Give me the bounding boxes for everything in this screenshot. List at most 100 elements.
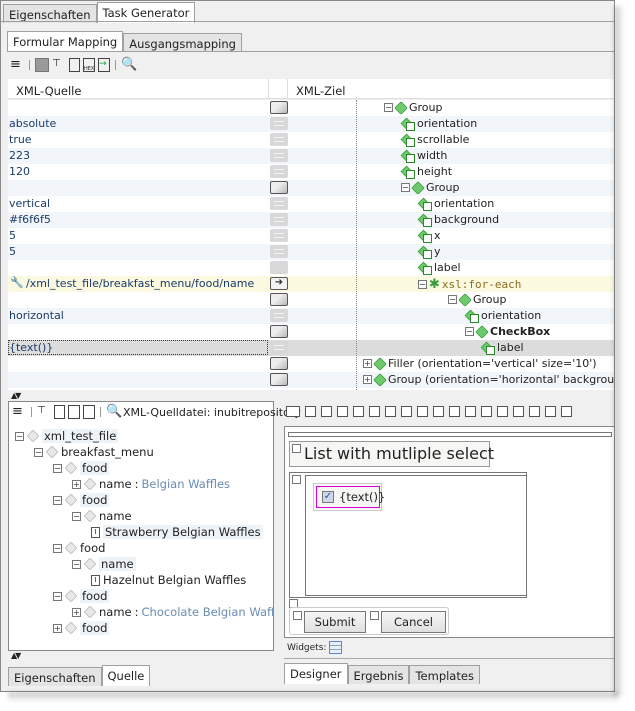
- list-title-label[interactable]: List with mutliple select: [289, 441, 494, 467]
- target-node[interactable]: height: [401, 165, 452, 179]
- tab-quelle[interactable]: Quelle: [101, 665, 151, 686]
- tree-widget-icon[interactable]: [449, 406, 460, 417]
- import-document-icon[interactable]: [83, 405, 95, 419]
- source-value[interactable]: absolute: [9, 117, 56, 130]
- hex-document-icon[interactable]: [68, 405, 80, 419]
- mapping-button[interactable]: [270, 293, 288, 306]
- cancel-button[interactable]: Cancel: [381, 611, 446, 633]
- source-value[interactable]: horizontal: [9, 309, 64, 322]
- mapping-button[interactable]: [270, 133, 288, 146]
- target-node[interactable]: − Group: [401, 180, 460, 195]
- source-tree-node[interactable]: − food: [53, 541, 105, 555]
- target-node[interactable]: orientation: [465, 309, 541, 323]
- document-icon[interactable]: [54, 405, 65, 419]
- splitter-arrows[interactable]: ▲▼: [11, 651, 21, 660]
- expand-icon[interactable]: +: [72, 479, 81, 489]
- target-node[interactable]: − Group: [448, 292, 507, 307]
- target-node[interactable]: background: [418, 213, 499, 227]
- select-handle[interactable]: [292, 475, 301, 484]
- mapping-row[interactable]: 5x: [8, 228, 614, 244]
- mapping-row[interactable]: 120 height: [8, 164, 614, 180]
- collapse-icon[interactable]: −: [465, 327, 474, 336]
- grid-dotted-widget-icon[interactable]: [465, 406, 476, 417]
- expand-icon[interactable]: +: [72, 607, 81, 617]
- column-header-source[interactable]: XML-Quelle: [8, 79, 268, 99]
- import-document-icon[interactable]: →: [98, 58, 110, 72]
- mapping-row[interactable]: − Group: [8, 292, 614, 308]
- radio-widget-icon[interactable]: [321, 406, 332, 417]
- column-header-target[interactable]: XML-Ziel: [288, 79, 614, 99]
- search-icon[interactable]: 🔍: [106, 405, 122, 419]
- mapping-button[interactable]: [270, 373, 288, 386]
- target-node[interactable]: scrollable: [401, 133, 469, 147]
- expand-icon[interactable]: +: [363, 359, 372, 368]
- source-value[interactable]: /xml_test_file/breakfast_menu/food/name: [26, 277, 254, 290]
- source-tree-node[interactable]: + name: Belgian Waffles: [72, 477, 230, 491]
- source-tree-node[interactable]: − breakfast_menu: [34, 445, 154, 459]
- mapping-row[interactable]: + Filler (orientation='vertical' size='10…: [8, 356, 614, 372]
- list-widget-icon[interactable]: [433, 406, 444, 417]
- select-handle[interactable]: [292, 444, 301, 453]
- mapping-button[interactable]: [270, 181, 288, 194]
- source-tree-node[interactable]: I Hazelnut Belgian Waffles: [91, 573, 246, 587]
- columns-widget-icon[interactable]: [497, 406, 508, 417]
- source-value[interactable]: 120: [9, 165, 30, 178]
- mapping-row[interactable]: + Group (orientation='horizontal' backgro…: [8, 372, 614, 388]
- menu-icon[interactable]: ≡: [12, 405, 26, 419]
- mapping-row[interactable]: #f6f6f5 background: [8, 212, 614, 228]
- tab-templates[interactable]: Templates: [409, 665, 480, 684]
- rows-widget-icon[interactable]: [513, 406, 524, 417]
- mapping-row[interactable]: 223 width: [8, 148, 614, 164]
- tree-icon[interactable]: ⊤: [37, 405, 51, 419]
- collapse-icon[interactable]: −: [15, 431, 24, 441]
- tree-icon[interactable]: ⊤: [52, 58, 66, 72]
- source-tree-node[interactable]: − name: [72, 557, 136, 571]
- target-node[interactable]: − ✱ xsl:for-each: [418, 277, 521, 292]
- collapse-icon[interactable]: −: [53, 543, 62, 553]
- grid-icon[interactable]: [35, 58, 49, 72]
- mapping-row[interactable]: 5y: [8, 244, 614, 260]
- mapping-row[interactable]: − Group: [8, 180, 614, 196]
- password-widget-icon[interactable]: [369, 406, 380, 417]
- source-value[interactable]: #f6f6f5: [9, 213, 51, 226]
- collapse-icon[interactable]: −: [72, 511, 81, 521]
- collapse-icon[interactable]: −: [448, 295, 457, 304]
- target-node[interactable]: label: [418, 261, 461, 275]
- source-tree-node[interactable]: − food: [53, 493, 110, 507]
- tab-task-generator[interactable]: Task Generator: [96, 2, 196, 23]
- mapping-button[interactable]: [270, 117, 288, 130]
- textfield-widget-icon[interactable]: [353, 406, 364, 417]
- collapse-icon[interactable]: −: [384, 103, 393, 112]
- collapse-icon[interactable]: −: [72, 559, 81, 569]
- expand-icon[interactable]: +: [363, 375, 372, 384]
- document-widget-icon[interactable]: [417, 406, 428, 417]
- mapping-button[interactable]: [270, 149, 288, 162]
- collapse-icon[interactable]: −: [401, 183, 410, 192]
- mapping-button[interactable]: [270, 165, 288, 178]
- source-tree-node[interactable]: I Strawberry Belgian Waffles: [91, 525, 263, 539]
- resize-diagonal-icon[interactable]: [529, 406, 540, 417]
- target-node[interactable]: x: [418, 229, 441, 243]
- tab-eigenschaften-bottom[interactable]: Eigenschaften: [8, 667, 102, 686]
- file-widget-icon[interactable]: [385, 406, 396, 417]
- collapse-icon[interactable]: −: [53, 495, 62, 505]
- source-tree-node[interactable]: − name: [72, 509, 132, 523]
- mapping-button[interactable]: [270, 101, 288, 114]
- more-widget-icon[interactable]: [561, 406, 572, 417]
- target-node[interactable]: label: [481, 341, 524, 355]
- source-value[interactable]: 5: [9, 229, 16, 242]
- menu-icon[interactable]: ≡: [10, 58, 24, 72]
- target-node[interactable]: + Group (orientation='horizontal' backgro…: [363, 372, 614, 387]
- tab-formular-mapping[interactable]: Formular Mapping: [7, 31, 124, 52]
- mapping-row[interactable]: − Group: [8, 100, 614, 116]
- select-handle[interactable]: [293, 611, 302, 620]
- collapse-icon[interactable]: −: [53, 463, 62, 473]
- mapping-row[interactable]: 🔧/xml_test_file/breakfast_menu/food/name…: [8, 276, 614, 292]
- tab-ausgangsmapping[interactable]: Ausgangsmapping: [123, 33, 242, 52]
- resize-horizontal-icon[interactable]: [545, 406, 556, 417]
- source-value[interactable]: vertical: [9, 197, 50, 210]
- source-tree-node[interactable]: + food: [53, 621, 110, 635]
- mapping-button[interactable]: ➜: [270, 277, 288, 290]
- source-tree-node[interactable]: + name:Chocolate Belgian Waffles: [72, 605, 273, 619]
- target-node[interactable]: width: [401, 149, 447, 163]
